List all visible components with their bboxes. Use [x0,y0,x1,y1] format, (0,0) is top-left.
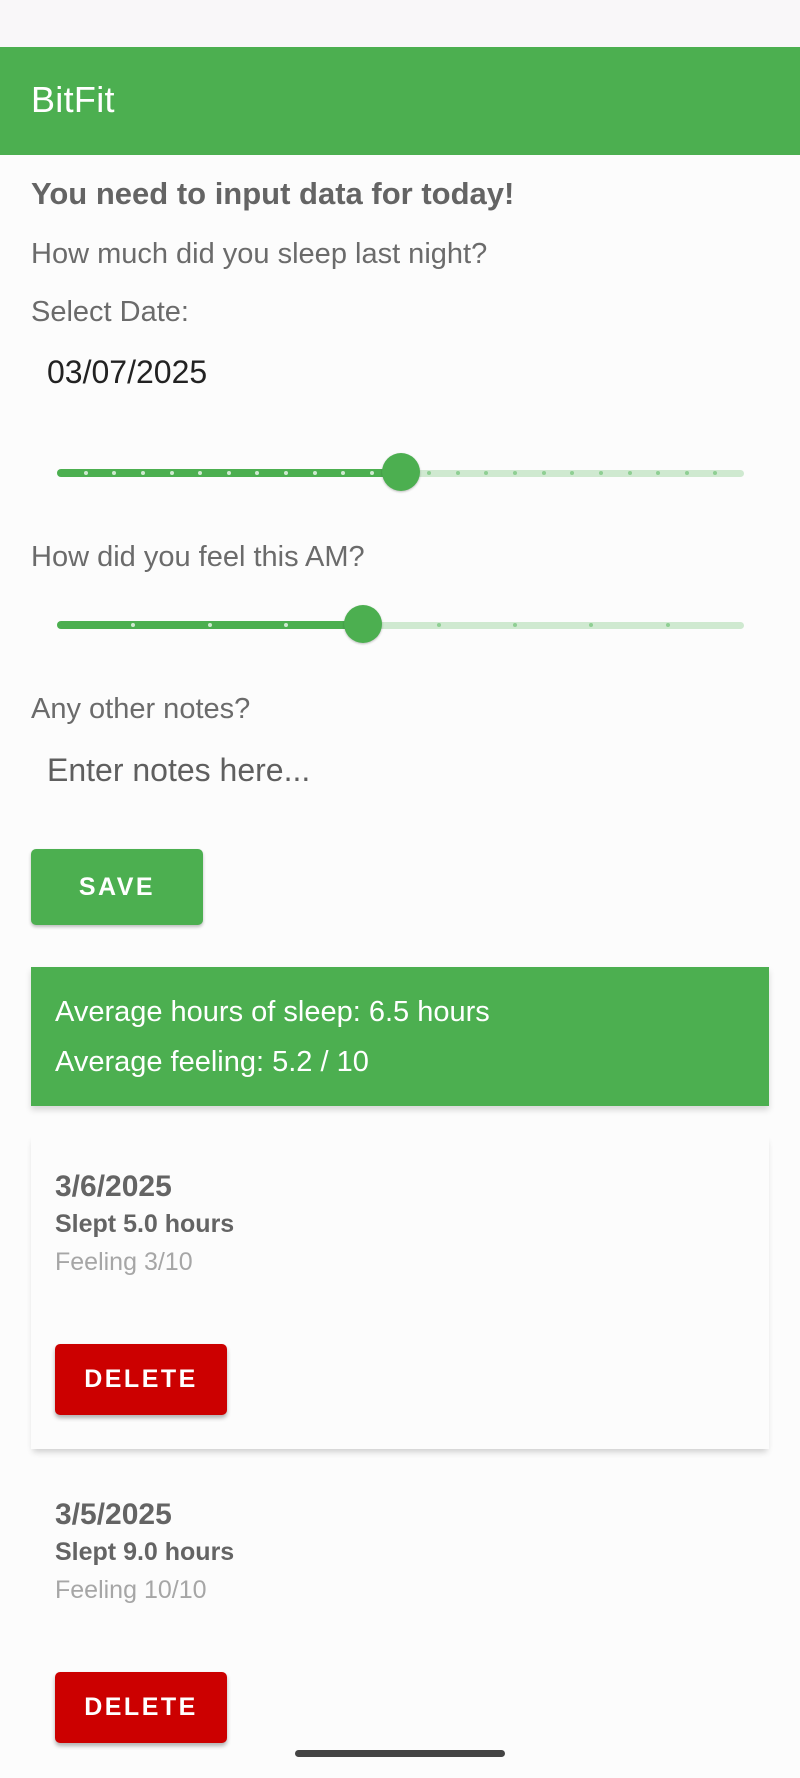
entry-feeling: Feeling 10/10 [55,1576,207,1604]
slider-tick [140,471,145,475]
save-button[interactable]: SAVE [31,849,203,925]
average-sleep-text: Average hours of sleep: 6.5 hours [55,996,490,1028]
sleep-hours-slider[interactable] [57,451,744,495]
slider-tick [598,471,603,475]
slider-tick [369,471,374,475]
slider-thumb[interactable] [343,605,382,643]
app-bar: BitFit [0,47,800,155]
entry-sleep-hours: Slept 9.0 hours [55,1538,235,1566]
notes-question-label: Any other notes? [31,693,251,725]
date-picker-field[interactable]: 03/07/2025 [47,354,207,391]
slider-tick [436,623,441,627]
entry-date: 3/5/2025 [55,1498,172,1531]
slider-tick [83,471,88,475]
entry-feeling: Feeling 3/10 [55,1248,193,1276]
slider-tick [284,623,288,627]
select-date-label: Select Date: [31,296,189,328]
feeling-question-label: How did you feel this AM? [31,541,365,573]
sleep-question-label: How much did you sleep last night? [31,238,488,270]
entry-sleep-hours: Slept 5.0 hours [55,1210,235,1238]
slider-tick [284,471,288,475]
app-title: BitFit [31,79,115,120]
slider-tick [312,471,317,475]
slider-tick [627,471,632,475]
slider-tick [226,471,231,475]
averages-summary-card: Average hours of sleep: 6.5 hours Averag… [31,967,769,1106]
slider-tick [169,471,174,475]
delete-entry-button[interactable]: DELETE [55,1672,227,1743]
slider-tick [513,623,517,627]
slider-tick [207,623,212,627]
slider-tick [541,471,546,475]
notes-input[interactable] [31,740,761,800]
status-bar [0,0,800,47]
slider-tick [455,471,460,475]
slider-tick [513,471,517,475]
slider-tick [684,471,689,475]
slider-thumb[interactable] [381,453,420,491]
entry-card: 3/5/2025 Slept 9.0 hours Feeling 10/10 D… [31,1462,769,1777]
feeling-slider[interactable] [57,603,744,647]
entry-date: 3/6/2025 [55,1170,172,1203]
screen: BitFit You need to input data for today!… [0,0,800,1778]
delete-entry-button[interactable]: DELETE [55,1344,227,1415]
average-feeling-text: Average feeling: 5.2 / 10 [55,1046,369,1078]
slider-tick [665,623,670,627]
entry-card: 3/6/2025 Slept 5.0 hours Feeling 3/10 DE… [31,1134,769,1449]
input-reminder-heading: You need to input data for today! [31,176,515,211]
home-indicator [295,1750,505,1757]
